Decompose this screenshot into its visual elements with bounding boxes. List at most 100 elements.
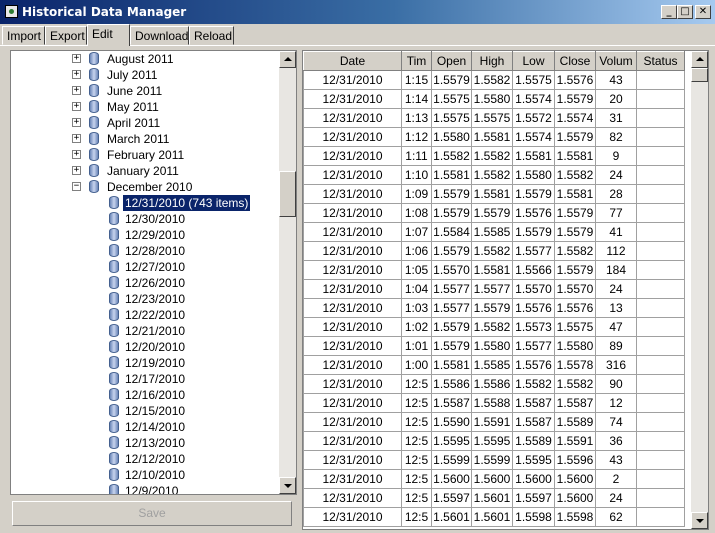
table-cell[interactable]: 1.5579 (431, 184, 472, 204)
table-cell[interactable]: 1.5570 (512, 279, 555, 299)
table-cell[interactable]: 1.5582 (512, 374, 555, 394)
table-cell[interactable]: 1.5587 (512, 393, 555, 413)
expand-plus-icon[interactable]: + (72, 54, 81, 63)
table-row[interactable]: 12/31/2010 1:01 1.5579 1.5580 1.5577 1.5580 89 (303, 336, 685, 356)
table-cell[interactable]: 2 (595, 469, 637, 489)
table-row[interactable]: 12/31/2010 12:5 1.5600 1.5600 1.5600 1.5600 2 (303, 469, 685, 489)
table-cell[interactable]: 12/31/2010 (303, 89, 402, 109)
table-cell[interactable]: 1.5600 (554, 469, 596, 489)
table-cell[interactable]: 36 (595, 431, 637, 451)
tree-item-month[interactable]: + March 2011 (11, 131, 281, 147)
table-cell[interactable]: 1.5589 (512, 431, 555, 451)
table-cell[interactable]: 1.5579 (554, 222, 596, 242)
table-cell[interactable]: 1.5579 (431, 317, 472, 337)
table-cell[interactable] (636, 412, 685, 432)
table-cell[interactable]: 1.5579 (554, 127, 596, 147)
table-cell[interactable]: 1.5574 (512, 89, 555, 109)
table-cell[interactable] (636, 89, 685, 109)
table-cell[interactable]: 1.5581 (471, 184, 513, 204)
table-cell[interactable]: 1.5600 (431, 469, 472, 489)
table-cell[interactable] (636, 469, 685, 489)
table-cell[interactable]: 1.5580 (431, 127, 472, 147)
table-row[interactable]: 12/31/2010 1:03 1.5577 1.5579 1.5576 1.5576 13 (303, 298, 685, 318)
table-cell[interactable] (636, 184, 685, 204)
table-cell[interactable]: 1.5582 (471, 70, 513, 90)
table-cell[interactable] (636, 165, 685, 185)
tree-item-day[interactable]: 12/31/2010 (743 items) (11, 194, 281, 212)
table-cell[interactable]: 24 (595, 279, 637, 299)
table-cell[interactable]: 1:11 (401, 146, 432, 166)
table-cell[interactable]: 1.5581 (471, 127, 513, 147)
tab-export[interactable]: Export (45, 26, 87, 45)
table-cell[interactable]: 1.5582 (554, 374, 596, 394)
table-cell[interactable] (636, 241, 685, 261)
table-cell[interactable]: 1.5576 (554, 70, 596, 90)
table-cell[interactable]: 1:13 (401, 108, 432, 128)
table-cell[interactable]: 1:04 (401, 279, 432, 299)
table-cell[interactable]: 1.5600 (471, 469, 513, 489)
table-cell[interactable]: 1.5579 (512, 222, 555, 242)
table-cell[interactable]: 1.5582 (471, 165, 513, 185)
column-header[interactable]: Date (303, 51, 402, 71)
table-cell[interactable]: 1:05 (401, 260, 432, 280)
tree-item-month[interactable]: + May 2011 (11, 99, 281, 115)
table-cell[interactable]: 12/31/2010 (303, 431, 402, 451)
tree-item-day[interactable]: 12/30/2010 (11, 211, 281, 227)
table-cell[interactable]: 31 (595, 108, 637, 128)
table-row[interactable]: 12/31/2010 12:5 1.5586 1.5586 1.5582 1.5582 90 (303, 374, 685, 394)
table-row[interactable]: 12/31/2010 1:14 1.5575 1.5580 1.5574 1.5579 20 (303, 89, 685, 109)
table-cell[interactable]: 1.5590 (431, 412, 472, 432)
table-cell[interactable]: 90 (595, 374, 637, 394)
table-cell[interactable]: 1.5577 (471, 279, 513, 299)
table-cell[interactable]: 1.5582 (471, 146, 513, 166)
tab-edit[interactable]: Edit (87, 24, 130, 46)
column-header[interactable]: Close (554, 51, 596, 71)
table-cell[interactable]: 12/31/2010 (303, 279, 402, 299)
table-cell[interactable] (636, 450, 685, 470)
scroll-thumb[interactable] (279, 171, 296, 217)
tree-item-month-expanded[interactable]: − December 2010 (11, 179, 281, 195)
date-tree[interactable]: + August 2011 + July 2011 + June 2011 + … (10, 50, 297, 495)
tab-reload[interactable]: Reload (189, 26, 234, 45)
table-cell[interactable]: 12:5 (401, 393, 432, 413)
tree-item-month[interactable]: + August 2011 (11, 51, 281, 67)
table-cell[interactable]: 12/31/2010 (303, 336, 402, 356)
table-cell[interactable]: 1:03 (401, 298, 432, 318)
expand-plus-icon[interactable]: + (72, 118, 81, 127)
table-cell[interactable]: 1.5601 (471, 488, 513, 508)
table-cell[interactable]: 1.5595 (512, 450, 555, 470)
table-cell[interactable]: 1.5578 (554, 355, 596, 375)
table-cell[interactable]: 12/31/2010 (303, 260, 402, 280)
table-cell[interactable] (636, 355, 685, 375)
table-row[interactable]: 12/31/2010 1:05 1.5570 1.5581 1.5566 1.5579 18… (303, 260, 685, 280)
table-cell[interactable] (636, 336, 685, 356)
table-cell[interactable]: 1.5587 (554, 393, 596, 413)
table-cell[interactable]: 1.5575 (431, 89, 472, 109)
table-cell[interactable]: 1.5580 (554, 336, 596, 356)
table-cell[interactable]: 1.5576 (512, 298, 555, 318)
table-row[interactable]: 12/31/2010 1:13 1.5575 1.5575 1.5572 1.5574 31 (303, 108, 685, 128)
table-cell[interactable]: 1.5581 (512, 146, 555, 166)
table-cell[interactable]: 1:12 (401, 127, 432, 147)
table-cell[interactable]: 1.5576 (512, 355, 555, 375)
table-cell[interactable]: 1.5573 (512, 317, 555, 337)
table-cell[interactable] (636, 507, 685, 527)
save-button[interactable]: Save (12, 501, 292, 526)
scroll-down-icon[interactable] (279, 477, 296, 494)
table-cell[interactable]: 1.5576 (554, 298, 596, 318)
column-header[interactable]: Status (636, 51, 685, 71)
table-cell[interactable]: 12/31/2010 (303, 507, 402, 527)
tree-item-month[interactable]: + April 2011 (11, 115, 281, 131)
tree-item-day[interactable]: 12/20/2010 (11, 339, 281, 355)
table-cell[interactable]: 1.5579 (431, 336, 472, 356)
table-cell[interactable]: 13 (595, 298, 637, 318)
tree-item-day[interactable]: 12/19/2010 (11, 355, 281, 371)
table-cell[interactable]: 1.5579 (554, 203, 596, 223)
table-cell[interactable]: 12/31/2010 (303, 393, 402, 413)
table-row[interactable]: 12/31/2010 1:04 1.5577 1.5577 1.5570 1.5570 24 (303, 279, 685, 299)
tree-item-month[interactable]: + June 2011 (11, 83, 281, 99)
table-row[interactable]: 12/31/2010 12:5 1.5599 1.5599 1.5595 1.5596 43 (303, 450, 685, 470)
table-cell[interactable]: 1.5588 (471, 393, 513, 413)
table-cell[interactable] (636, 146, 685, 166)
table-cell[interactable]: 1.5584 (431, 222, 472, 242)
